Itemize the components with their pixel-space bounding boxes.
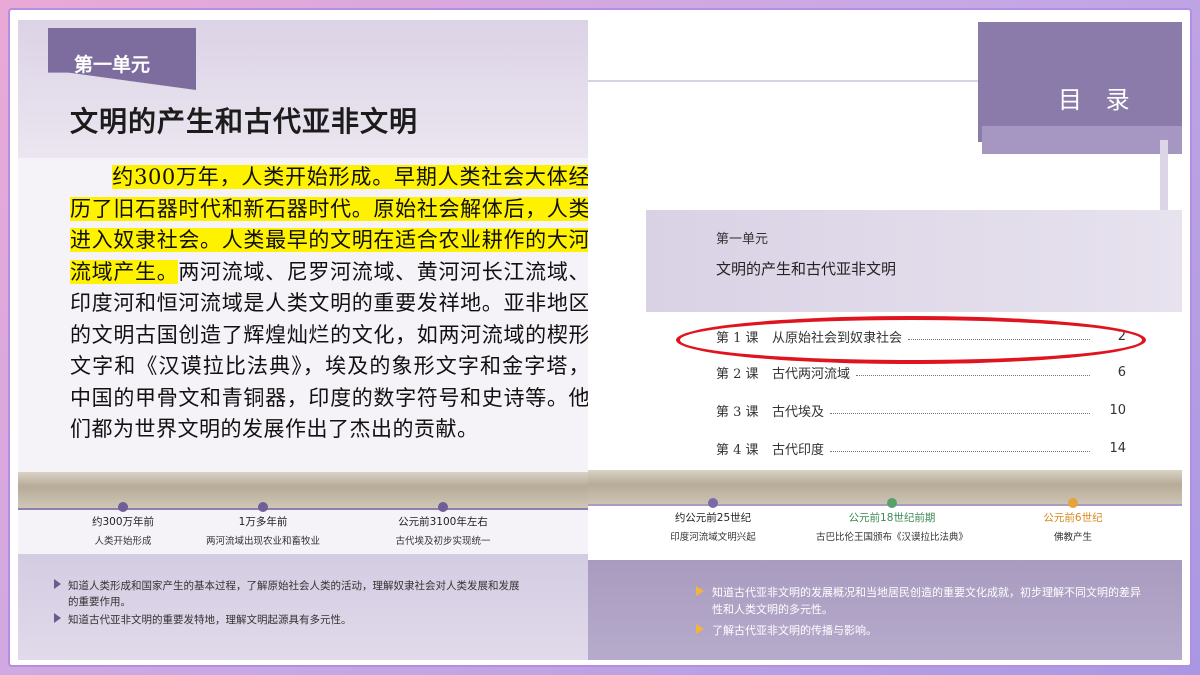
lesson-page: 14 (1109, 440, 1126, 456)
right-timeline: 约公元前25世纪 印度河流域文明兴起 公元前18世纪前期 古巴比伦王国颁布《汉谟… (588, 498, 1182, 548)
timeline-dot (887, 498, 897, 508)
slide-frame: 第一单元 文明的产生和古代亚非文明 约300万年，人类开始形成。早期人类社会大体… (8, 8, 1192, 667)
goal-text: 知道古代亚非文明的重要发特地，理解文明起源具有多元性。 (68, 614, 352, 626)
timeline-item: 公元前18世纪前期 古巴比伦王国颁布《汉谟拉比法典》 (792, 498, 992, 543)
lesson-number: 第 3 课 (716, 404, 759, 420)
arrow-icon (54, 579, 61, 589)
timeline-dot (258, 502, 268, 512)
timeline-dot (1068, 498, 1078, 508)
unit-tab-label: 第一单元 (74, 54, 151, 76)
lesson-name: 古代埃及 (772, 404, 825, 420)
timeline-date: 1万多年前 (238, 516, 288, 528)
toc-title: 目 录 (1058, 86, 1138, 114)
toc-unit-title: 文明的产生和古代亚非文明 (716, 260, 897, 278)
toc-unit-label: 第一单元 (716, 232, 769, 247)
lesson-name: 古代印度 (772, 442, 825, 458)
goal-item: 了解古代亚非文明的传播与影响。 (696, 622, 1142, 639)
timeline-item: 约公元前25世纪 印度河流域文明兴起 (628, 498, 798, 543)
learning-goals: 知道古代亚非文明的发展概况和当地居民创造的重要文化成就，初步理解不同文明的差异性… (588, 560, 1182, 660)
arrow-icon (696, 586, 704, 596)
goal-text: 知道古代亚非文明的发展概况和当地居民创造的重要文化成就，初步理解不同文明的差异性… (712, 586, 1141, 616)
lesson-page: 10 (1109, 402, 1126, 418)
body-paragraph: 约300万年，人类开始形成。早期人类社会大体经历了旧石器时代和新石器时代。原始社… (70, 162, 590, 446)
red-circle-annotation (676, 316, 1146, 364)
timeline-item: 公元前6世纪 佛教产生 (988, 498, 1158, 543)
toc-lesson-row[interactable]: 第 3 课 古代埃及 10 (716, 400, 1126, 420)
timeline-event: 古代埃及初步实现统一 (395, 536, 491, 547)
timeline-event: 印度河流域文明兴起 (670, 532, 756, 543)
unit-title: 文明的产生和古代亚非文明 (70, 105, 419, 138)
goal-item: 知道古代亚非文明的重要发特地，理解文明起源具有多元性。 (54, 612, 528, 628)
arrow-icon (54, 613, 61, 623)
timeline-event: 佛教产生 (1053, 532, 1092, 543)
goal-item: 知道人类形成和国家产生的基本过程，了解原始社会人类的活动，理解奴隶社会对人类发展… (54, 578, 528, 610)
paragraph-text: 两河流域、尼罗河流域、黄河河长江流域、印度河和恒河流域是人类文明的重要发祥地。亚… (70, 259, 591, 442)
leader-dots (830, 444, 1090, 452)
arrow-icon (696, 624, 704, 634)
timeline-item: 公元前3100年左右 古代埃及初步实现统一 (358, 502, 528, 547)
timeline-date: 公元前18世纪前期 (848, 512, 936, 524)
timeline-event: 两河流域出现农业和畜牧业 (205, 536, 320, 547)
goal-item: 知道古代亚非文明的发展概况和当地居民创造的重要文化成就，初步理解不同文明的差异性… (696, 584, 1142, 618)
lesson-name: 古代两河流域 (772, 366, 851, 382)
timeline-dot (438, 502, 448, 512)
learning-goals: 知道人类形成和国家产生的基本过程，了解原始社会人类的活动，理解奴隶社会对人类发展… (18, 554, 592, 660)
lesson-page: 6 (1117, 364, 1126, 380)
timeline-dot (708, 498, 718, 508)
goal-text: 了解古代亚非文明的传播与影响。 (712, 624, 877, 637)
leader-dots (856, 368, 1090, 376)
timeline-date: 约公元前25世纪 (674, 512, 752, 524)
timeline-dot (118, 502, 128, 512)
left-timeline: 约300万年前 人类开始形成 1万多年前 两河流域出现农业和畜牧业 公元前310… (18, 502, 592, 552)
lesson-number: 第 2 课 (716, 366, 759, 382)
lesson-number: 第 4 课 (716, 442, 759, 458)
timeline-item: 1万多年前 两河流域出现农业和畜牧业 (178, 502, 348, 547)
timeline-event: 古巴比伦王国颁布《汉谟拉比法典》 (815, 532, 968, 543)
toc-lesson-row[interactable]: 第 2 课 古代两河流域 6 (716, 362, 1126, 382)
timeline-date: 公元前6世纪 (1043, 512, 1103, 524)
toc-lesson-row[interactable]: 第 4 课 古代印度 14 (716, 438, 1126, 458)
goal-text: 知道人类形成和国家产生的基本过程，了解原始社会人类的活动，理解奴隶社会对人类发展… (68, 580, 520, 608)
toc-corner-shade (982, 126, 1182, 154)
right-page: 目 录 第一单元 文明的产生和古代亚非文明 第 1 课 从原始社会到奴隶社会 2… (588, 20, 1182, 660)
timeline-date: 公元前3100年左右 (398, 516, 488, 528)
leader-dots (830, 406, 1090, 414)
left-page: 第一单元 文明的产生和古代亚非文明 约300万年，人类开始形成。早期人类社会大体… (18, 20, 592, 660)
